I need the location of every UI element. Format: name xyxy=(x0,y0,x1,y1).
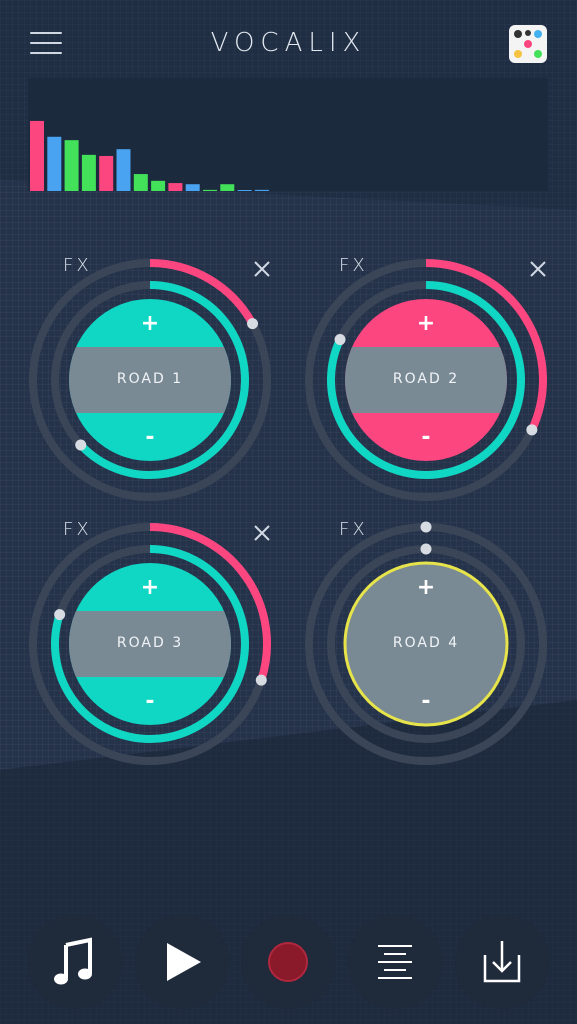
volume-knob-handle[interactable] xyxy=(334,334,346,346)
visualizer-bar xyxy=(151,180,166,191)
volume-down-button[interactable]: - xyxy=(120,425,180,450)
volume-down-button[interactable]: - xyxy=(120,689,180,714)
app-title: VOCALIX xyxy=(210,28,367,58)
pad-name: ROAD 2 xyxy=(392,371,460,387)
dice-icon[interactable] xyxy=(508,24,548,64)
pad-road-2[interactable]: FX + ROAD 2 - xyxy=(301,255,551,505)
visualizer-bar xyxy=(185,184,200,191)
visualizer-bar xyxy=(168,183,183,191)
pad-name: ROAD 4 xyxy=(392,635,460,651)
visualizer-bar xyxy=(47,136,62,191)
pad-road-3[interactable]: FX + ROAD 3 - xyxy=(25,519,275,769)
volume-knob-handle[interactable] xyxy=(75,439,87,451)
visualizer-bar xyxy=(64,140,79,191)
pad-road-4[interactable]: FX + ROAD 4 - xyxy=(301,519,551,769)
music-note-icon xyxy=(54,937,92,985)
volume-up-button[interactable]: + xyxy=(120,575,180,600)
visualizer-bar xyxy=(237,190,252,191)
visualizer-bars xyxy=(30,120,269,191)
pad-road-1[interactable]: FX + ROAD 1 - xyxy=(25,255,275,505)
visualizer-bar xyxy=(81,154,96,191)
visualizer-bar xyxy=(116,149,131,191)
record-icon xyxy=(268,942,308,982)
pad-name: ROAD 3 xyxy=(116,635,184,651)
volume-down-button[interactable]: - xyxy=(396,689,456,714)
play-icon xyxy=(167,943,201,981)
visualizer-bar xyxy=(203,189,217,191)
download-button[interactable] xyxy=(455,915,549,1009)
volume-up-button[interactable]: + xyxy=(120,311,180,336)
visualizer-bar xyxy=(254,189,269,191)
visualizer-bar xyxy=(30,120,44,191)
list-button[interactable] xyxy=(348,915,442,1009)
transport-bar xyxy=(0,915,577,1015)
record-button[interactable] xyxy=(241,915,335,1009)
fx-knob-handle[interactable] xyxy=(247,318,259,330)
align-center-list-icon xyxy=(378,945,412,979)
download-icon xyxy=(483,941,521,983)
fx-knob-handle[interactable] xyxy=(420,521,432,533)
pad-name: ROAD 1 xyxy=(116,371,184,387)
fx-knob-handle[interactable] xyxy=(526,424,538,436)
visualizer-bar xyxy=(133,174,148,191)
volume-up-button[interactable]: + xyxy=(396,575,456,600)
fx-knob-handle[interactable] xyxy=(255,674,267,686)
play-button[interactable] xyxy=(135,915,229,1009)
visualizer-bar xyxy=(220,184,235,191)
music-button[interactable] xyxy=(28,915,122,1009)
top-bar: VOCALIX xyxy=(0,0,577,86)
volume-up-button[interactable]: + xyxy=(396,311,456,336)
volume-knob-handle[interactable] xyxy=(54,609,66,621)
volume-knob-handle[interactable] xyxy=(420,543,432,555)
visualizer-bar xyxy=(99,155,114,191)
audio-visualizer xyxy=(28,78,548,191)
volume-down-button[interactable]: - xyxy=(396,425,456,450)
